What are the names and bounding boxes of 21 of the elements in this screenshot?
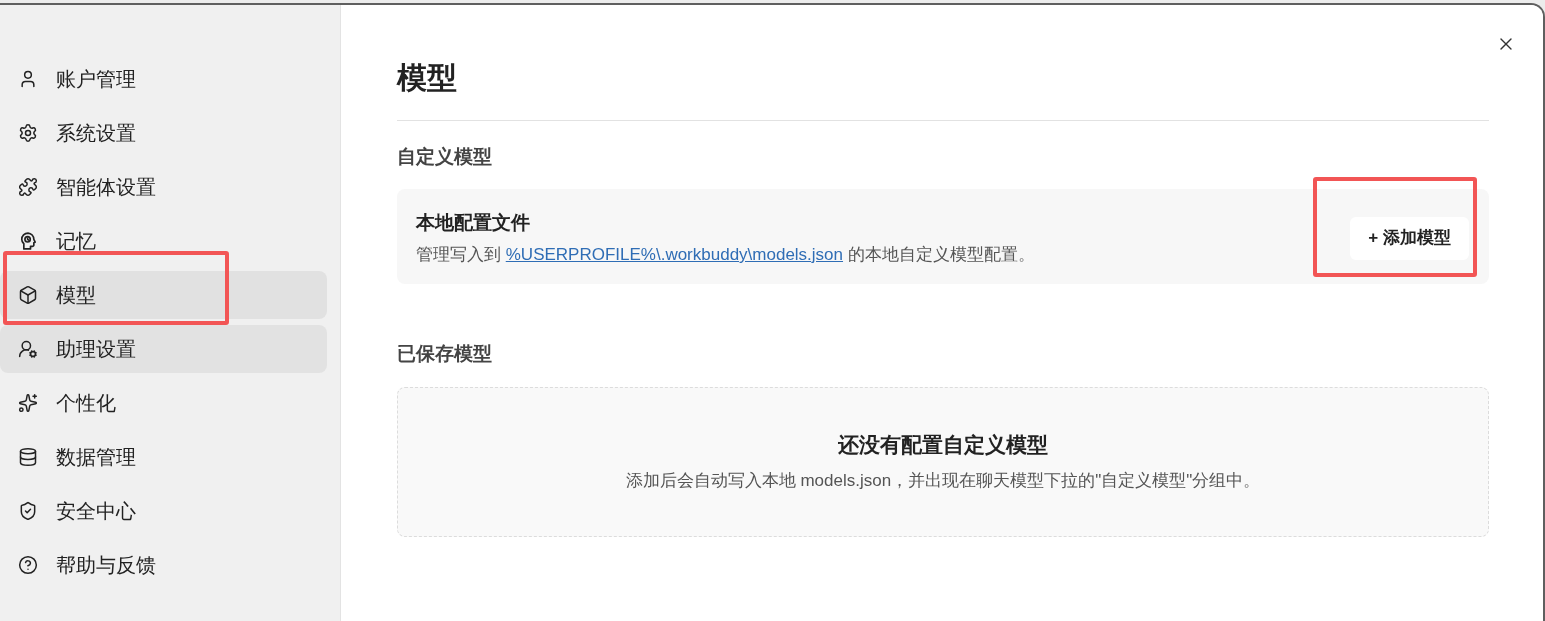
shield-check-icon: [18, 501, 38, 521]
help-icon: [18, 555, 38, 575]
sparkles-icon: [18, 393, 38, 413]
head-clock-icon: [18, 231, 38, 251]
card-title: 本地配置文件: [416, 211, 531, 235]
page-title: 模型: [397, 60, 458, 96]
sidebar-item[interactable]: 模型: [0, 271, 327, 319]
cube-icon: [18, 285, 38, 305]
card-description: 管理写入到 %USERPROFILE%\.workbuddy\models.json 的本地自定义模型配置。: [416, 244, 1035, 266]
puzzle-icon: [18, 177, 38, 197]
user-icon: [18, 69, 38, 89]
file-path-link[interactable]: %USERPROFILE%\.workbuddy\models.json: [505, 245, 844, 264]
add-model-button[interactable]: + 添加模型: [1350, 216, 1469, 260]
sidebar-item[interactable]: 助理设置: [0, 325, 327, 373]
section-heading: 自定义模型: [397, 145, 493, 169]
settings-icon: [18, 123, 38, 143]
section-heading: 已保存模型: [397, 342, 493, 366]
database-icon: [18, 447, 38, 467]
empty-state-description: 添加后会自动写入本地 models.json，并出现在聊天模型下拉的"自定义模型"分组中。: [625, 470, 1261, 492]
user-gear-icon: [18, 339, 38, 359]
empty-state-title: 还没有配置自定义模型: [838, 432, 1048, 458]
